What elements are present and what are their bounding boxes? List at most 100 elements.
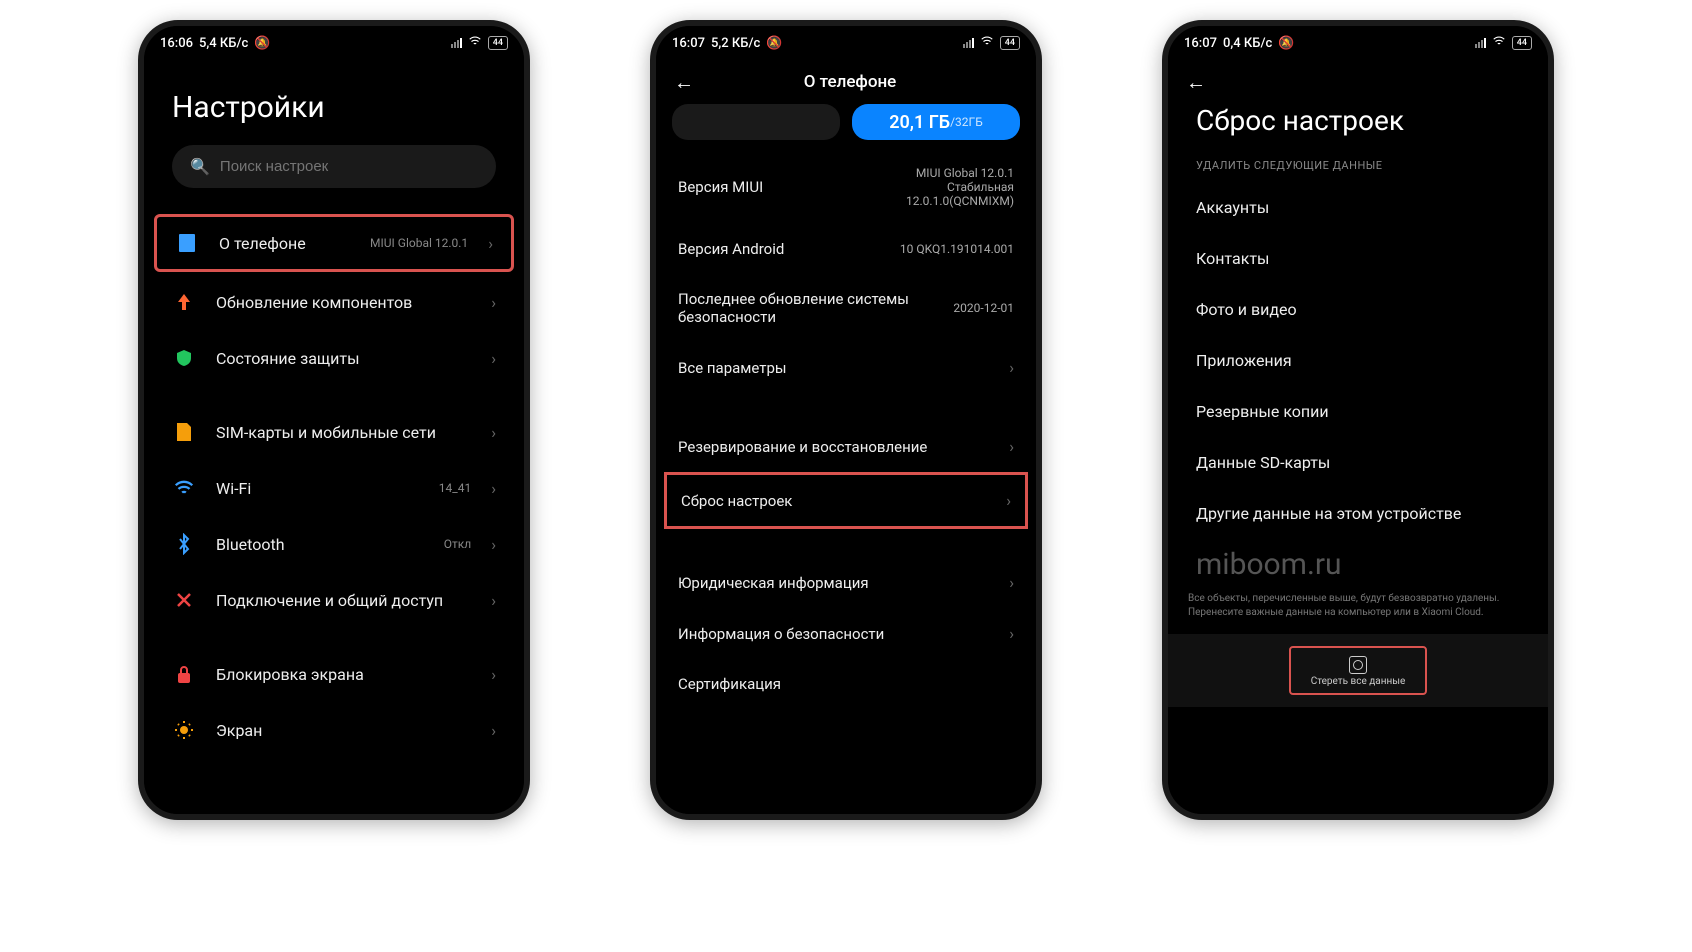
- back-arrow-icon[interactable]: ←: [672, 70, 696, 94]
- status-bar: 16:06 5,4 КБ/с 🔕 44: [144, 26, 524, 60]
- bluetooth-icon: [172, 532, 196, 556]
- page-title: Настройки: [144, 60, 524, 145]
- item-bluetooth[interactable]: Bluetooth Откл ›: [144, 516, 524, 572]
- erase-label: Стереть все данные: [1311, 676, 1406, 687]
- dnd-icon: 🔕: [254, 36, 270, 51]
- signal-icon: [451, 38, 462, 48]
- item-wifi[interactable]: Wi-Fi 14_41 ›: [144, 460, 524, 516]
- storage-total: /32ГБ: [950, 115, 983, 129]
- chevron-right-icon: ›: [491, 665, 496, 684]
- list-item-label: SIM-карты и мобильные сети: [216, 423, 471, 442]
- item-component-update[interactable]: Обновление компонентов ›: [144, 274, 524, 330]
- chevron-right-icon: ›: [491, 349, 496, 368]
- row-miui-version[interactable]: Версия MIUI MIUI Global 12.0.1 Стабильна…: [656, 150, 1036, 224]
- phone-3-reset: 16:07 0,4 КБ/с 🔕 44 ← Сброс настроек УДА…: [1162, 20, 1554, 820]
- status-time: 16:07: [672, 36, 705, 51]
- list-item-label: Блокировка экрана: [216, 665, 471, 684]
- header: ←: [1168, 60, 1548, 94]
- status-speed: 5,2 КБ/с: [711, 36, 760, 51]
- info-label: Юридическая информация: [678, 574, 997, 592]
- battery-icon: 44: [1000, 36, 1020, 50]
- chevron-right-icon: ›: [491, 591, 496, 610]
- back-arrow-icon[interactable]: ←: [1184, 70, 1208, 94]
- list-item-value: MIUI Global 12.0.1: [370, 236, 468, 250]
- dnd-icon: 🔕: [1278, 36, 1294, 51]
- item-sim[interactable]: SIM-карты и мобильные сети ›: [144, 404, 524, 460]
- data-accounts: Аккаунты: [1168, 182, 1548, 233]
- erase-icon: [1349, 656, 1367, 674]
- chevron-right-icon: ›: [491, 535, 496, 554]
- dnd-icon: 🔕: [766, 36, 782, 51]
- chevron-right-icon: ›: [1009, 437, 1014, 456]
- chevron-right-icon: ›: [1009, 624, 1014, 643]
- info-value: 10 QKQ1.191014.001: [900, 242, 1014, 256]
- header-title: О телефоне: [720, 72, 980, 92]
- erase-all-button[interactable]: Стереть все данные: [1289, 646, 1428, 695]
- info-label: Информация о безопасности: [678, 625, 997, 643]
- row-certification[interactable]: Сертификация: [656, 659, 1036, 709]
- data-backups: Резервные копии: [1168, 386, 1548, 437]
- footer-note: Все объекты, перечисленные выше, будут б…: [1168, 588, 1548, 630]
- item-display[interactable]: Экран ›: [144, 702, 524, 758]
- row-safety-info[interactable]: Информация о безопасности ›: [656, 608, 1036, 659]
- storage-used: 20,1 ГБ: [889, 112, 950, 133]
- status-speed: 0,4 КБ/с: [1223, 36, 1272, 51]
- data-apps: Приложения: [1168, 335, 1548, 386]
- shield-icon: [172, 346, 196, 370]
- data-contacts: Контакты: [1168, 233, 1548, 284]
- item-connection-sharing[interactable]: Подключение и общий доступ ›: [144, 572, 524, 628]
- info-label: Сертификация: [678, 675, 1014, 693]
- row-factory-reset[interactable]: Сброс настроек ›: [664, 472, 1028, 529]
- header: ← О телефоне: [656, 60, 1036, 104]
- sim-icon: [172, 420, 196, 444]
- row-android-version[interactable]: Версия Android 10 QKQ1.191014.001: [656, 224, 1036, 274]
- chevron-right-icon: ›: [488, 234, 493, 253]
- share-icon: [172, 588, 196, 612]
- brightness-icon: [172, 718, 196, 742]
- info-label: Сброс настроек: [681, 492, 994, 510]
- section-label: УДАЛИТЬ СЛЕДУЮЩИЕ ДАННЫЕ: [1168, 153, 1548, 182]
- item-lock-screen[interactable]: Блокировка экрана ›: [144, 646, 524, 702]
- wifi-icon: [980, 34, 994, 52]
- info-label: Версия MIUI: [678, 178, 894, 196]
- row-backup-restore[interactable]: Резервирование и восстановление ›: [656, 421, 1036, 472]
- row-security-update[interactable]: Последнее обновление системы безопасност…: [656, 274, 1036, 342]
- signal-icon: [1475, 38, 1486, 48]
- row-all-params[interactable]: Все параметры ›: [656, 342, 1036, 393]
- chevron-right-icon: ›: [491, 423, 496, 442]
- info-value: 2020-12-01: [953, 301, 1014, 315]
- list-item-label: Состояние защиты: [216, 349, 471, 368]
- signal-icon: [963, 38, 974, 48]
- lock-icon: [172, 662, 196, 686]
- chevron-right-icon: ›: [1009, 573, 1014, 592]
- search-input[interactable]: 🔍: [172, 145, 496, 188]
- status-bar: 16:07 5,2 КБ/с 🔕 44: [656, 26, 1036, 60]
- data-other: Другие данные на этом устройстве: [1168, 488, 1548, 539]
- watermark: miboom.ru: [1168, 539, 1548, 588]
- search-icon: 🔍: [190, 157, 210, 176]
- data-photos: Фото и видео: [1168, 284, 1548, 335]
- list-item-label: Экран: [216, 721, 471, 740]
- wifi-icon: [468, 34, 482, 52]
- phone-1-settings: 16:06 5,4 КБ/с 🔕 44 Настройки 🔍 О телефо…: [138, 20, 530, 820]
- list-item-label: Wi-Fi: [216, 479, 419, 498]
- phone-2-about: 16:07 5,2 КБ/с 🔕 44 ← О телефоне 20,1 ГБ…: [650, 20, 1042, 820]
- battery-icon: 44: [488, 36, 508, 50]
- info-label: Все параметры: [678, 359, 997, 377]
- status-time: 16:07: [1184, 36, 1217, 51]
- wifi-icon: [1492, 34, 1506, 52]
- info-label: Версия Android: [678, 240, 888, 258]
- storage-card-right[interactable]: 20,1 ГБ/32ГБ: [852, 104, 1020, 140]
- list-item-label: Bluetooth: [216, 535, 424, 554]
- item-security-status[interactable]: Состояние защиты ›: [144, 330, 524, 386]
- item-about-phone[interactable]: О телефоне MIUI Global 12.0.1 ›: [154, 214, 514, 272]
- chevron-right-icon: ›: [1009, 358, 1014, 377]
- storage-card-left[interactable]: [672, 104, 840, 140]
- chevron-right-icon: ›: [491, 293, 496, 312]
- chevron-right-icon: ›: [491, 721, 496, 740]
- status-time: 16:06: [160, 36, 193, 51]
- list-item-label: Обновление компонентов: [216, 293, 471, 312]
- update-icon: [172, 290, 196, 314]
- status-speed: 5,4 КБ/с: [199, 36, 248, 51]
- row-legal[interactable]: Юридическая информация ›: [656, 557, 1036, 608]
